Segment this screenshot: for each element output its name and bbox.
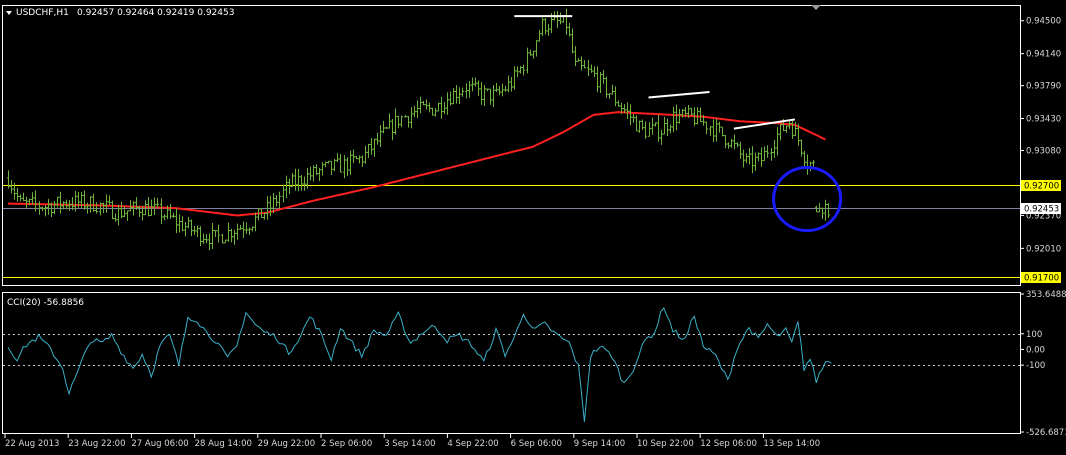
- time-tick-label: 2 Sep 06:00: [321, 439, 372, 449]
- time-tick-label: 28 Aug 14:00: [195, 439, 252, 449]
- time-tick-label: 22 Aug 2013: [5, 439, 59, 449]
- chart-background: [0, 0, 1066, 455]
- level-badge-label: 0.92453: [1024, 205, 1059, 215]
- ohlc-readout: 0.92457 0.92464 0.92419 0.92453: [77, 8, 234, 18]
- price-tick-label: 0.94140: [1026, 50, 1061, 60]
- cci-tick-label: 100: [1026, 330, 1042, 340]
- time-tick-label: 13 Sep 14:00: [763, 439, 820, 449]
- time-tick-label: 4 Sep 22:00: [447, 439, 498, 449]
- price-tick-label: 0.94500: [1026, 17, 1061, 27]
- cci-tick-label: 0.00: [1026, 345, 1045, 355]
- chart-title: USDCHF,H1: [16, 8, 69, 18]
- cci-tick-label: -526.6871: [1026, 428, 1066, 438]
- level-badge-label: 0.92700: [1024, 182, 1059, 192]
- time-tick-label: 27 Aug 06:00: [131, 439, 188, 449]
- cci-tick-label: -100: [1026, 361, 1045, 371]
- time-tick-label: 12 Sep 06:00: [700, 439, 757, 449]
- time-tick-label: 23 Aug 22:00: [68, 439, 125, 449]
- price-tick-label: 0.92010: [1026, 244, 1061, 254]
- price-tick-label: 0.93080: [1026, 147, 1061, 157]
- time-tick-label: 6 Sep 06:00: [511, 439, 562, 449]
- time-tick-label: 29 Aug 22:00: [258, 439, 315, 449]
- cci-tick-label: 353.6488: [1026, 290, 1066, 300]
- time-tick-label: 3 Sep 14:00: [384, 439, 435, 449]
- price-tick-label: 0.93430: [1026, 115, 1061, 125]
- price-tick-label: 0.93790: [1026, 82, 1061, 92]
- level-badge-label: 0.91700: [1024, 274, 1059, 284]
- chart: 0.945000.941400.937900.934300.930800.923…: [0, 0, 1066, 455]
- time-tick-label: 9 Sep 14:00: [574, 439, 625, 449]
- time-tick-label: 10 Sep 22:00: [637, 439, 694, 449]
- indicator-label: CCI(20) -56.8856: [7, 298, 84, 308]
